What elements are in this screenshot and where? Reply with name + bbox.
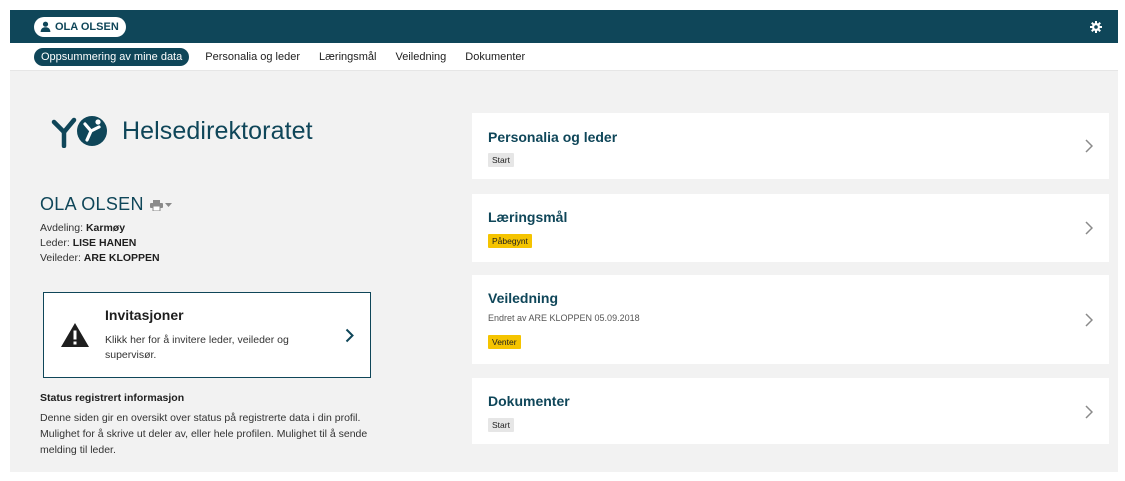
print-menu-button[interactable] xyxy=(149,200,172,211)
user-icon xyxy=(40,21,51,32)
card-title: Veiledning xyxy=(488,290,559,306)
status-badge: Start xyxy=(488,153,514,167)
chevron-right-icon xyxy=(345,328,354,343)
tab-summary[interactable]: Oppsummering av mine data xyxy=(34,47,190,66)
status-badge: Venter xyxy=(488,335,521,349)
top-bar: OLA OLSEN xyxy=(10,10,1118,43)
caret-down-icon xyxy=(164,203,172,207)
invitations-description: Klikk her for å invitere leder, veileder… xyxy=(105,334,289,361)
settings-button[interactable] xyxy=(1088,19,1104,35)
department-row: Avdeling: Karmøy xyxy=(40,222,126,234)
tab-personalia[interactable]: Personalia og leder xyxy=(205,51,300,63)
invitations-title: Invitasjoner xyxy=(105,307,184,323)
card-title: Dokumenter xyxy=(488,393,570,409)
logo-text: Helsedirektoratet xyxy=(122,116,313,145)
leader-row: Leder: LISE HANEN xyxy=(40,237,137,249)
helsedirektoratet-logo: Helsedirektoratet xyxy=(50,114,313,148)
card-title: Læringsmål xyxy=(488,209,568,225)
user-menu-button[interactable]: OLA OLSEN xyxy=(34,16,126,37)
tab-bar: Oppsummering av mine data Personalia og … xyxy=(10,43,1118,71)
chevron-right-icon xyxy=(1085,405,1093,419)
card-documents[interactable]: Dokumenter Start xyxy=(472,378,1109,444)
status-info: Status registrert informasjon Denne side… xyxy=(40,392,370,458)
tab-documents[interactable]: Dokumenter xyxy=(465,51,525,63)
user-name: OLA OLSEN xyxy=(55,20,119,33)
card-personalia[interactable]: Personalia og leder Start xyxy=(472,113,1109,179)
card-learning-goals[interactable]: Læringsmål Påbegynt xyxy=(472,194,1109,262)
status-badge: Påbegynt xyxy=(488,234,532,248)
card-subtitle: Endret av ARE KLOPPEN 05.09.2018 xyxy=(488,313,640,323)
warning-icon xyxy=(61,323,89,347)
status-text: Denne siden gir en oversikt over status … xyxy=(40,412,368,456)
chevron-right-icon xyxy=(1085,313,1093,327)
card-guidance[interactable]: Veiledning Endret av ARE KLOPPEN 05.09.2… xyxy=(472,275,1109,364)
gear-icon xyxy=(1090,20,1102,33)
card-title: Personalia og leder xyxy=(488,129,618,145)
tab-learning-goals[interactable]: Læringsmål xyxy=(319,51,376,63)
chevron-right-icon xyxy=(1085,221,1093,235)
status-heading: Status registrert informasjon xyxy=(40,392,185,404)
person-info: OLA OLSEN Avdeling: Karmøy Leder: LISE H… xyxy=(40,194,172,266)
status-badge: Start xyxy=(488,418,514,432)
department-value: Karmøy xyxy=(85,222,126,234)
supervisor-value: ARE KLOPPEN xyxy=(83,252,160,264)
person-name: OLA OLSEN xyxy=(40,194,144,214)
tab-guidance[interactable]: Veiledning xyxy=(396,51,447,63)
app-frame: OLA OLSEN Oppsummering av mine data Pers… xyxy=(10,10,1118,472)
invitations-card[interactable]: Invitasjoner Klikk her for å invitere le… xyxy=(43,292,371,378)
supervisor-row: Veileder: ARE KLOPPEN xyxy=(40,252,160,264)
logo-mark-icon xyxy=(51,116,107,148)
leader-value: LISE HANEN xyxy=(72,237,137,249)
chevron-right-icon xyxy=(1085,139,1093,153)
print-icon xyxy=(149,200,163,211)
